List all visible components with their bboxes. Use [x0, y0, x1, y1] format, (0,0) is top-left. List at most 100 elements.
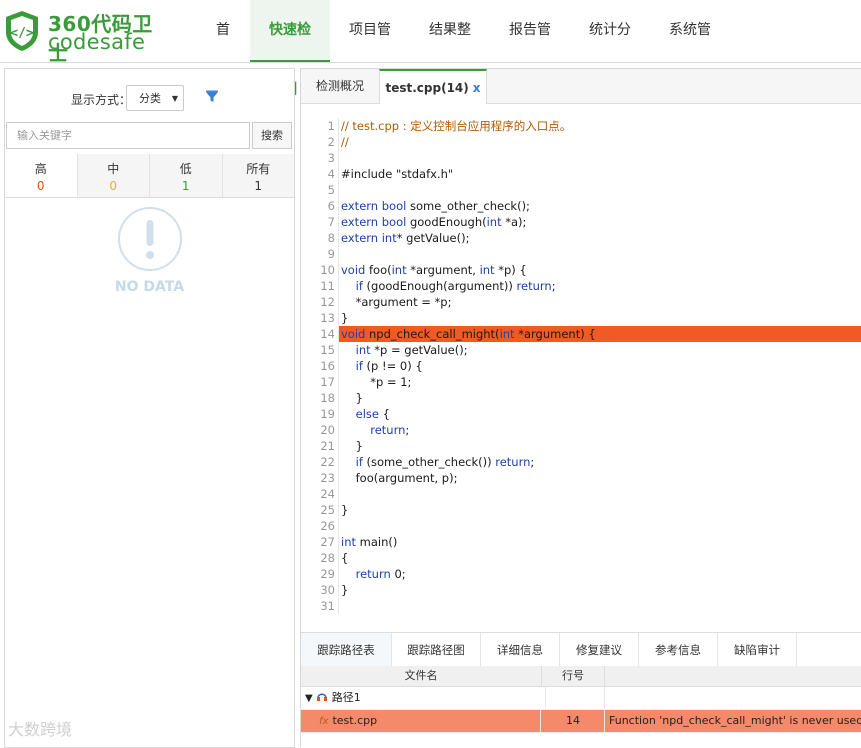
display-mode-value: 分类 — [139, 92, 161, 105]
message-cell: Function 'npd_check_call_might' is never… — [609, 714, 861, 727]
code-line[interactable]: 8 extern int* getValue(); — [313, 230, 861, 246]
nav-system[interactable]: 系统管理 — [650, 0, 730, 98]
code-line[interactable]: 20 return; — [313, 422, 861, 438]
close-icon[interactable]: x — [473, 81, 481, 95]
line-number: 5 — [327, 183, 335, 197]
code-line[interactable]: 11 if (goodEnough(argument)) return; — [313, 278, 861, 294]
code-line[interactable]: 27 int main() — [313, 534, 861, 550]
table-group-row[interactable]: ▼ 路径1 — [301, 687, 861, 710]
keyword-search-input[interactable]: 输入关键字 — [6, 122, 250, 149]
code-line[interactable]: 18 } — [313, 390, 861, 406]
code-line[interactable]: 13} — [313, 310, 861, 326]
code-line[interactable]: 16 if (p != 0) { — [313, 358, 861, 374]
line-number: 22 — [320, 455, 335, 469]
code-line[interactable]: 26 — [313, 518, 861, 534]
brand-sub: codesafe — [48, 30, 146, 54]
line-number: 9 — [327, 247, 335, 261]
code-line[interactable]: 9 — [313, 246, 861, 262]
caret-down-icon[interactable]: ▼ — [305, 693, 313, 704]
line-number: 24 — [320, 487, 335, 501]
code-line[interactable]: 6 extern bool some_other_check(); — [313, 198, 861, 214]
trace-tabs: 跟踪路径表 跟踪路径图 详细信息 修复建议 参考信息 缺陷审计 — [301, 632, 861, 668]
tab-audit[interactable]: 缺陷审计 — [718, 633, 797, 667]
code-line[interactable]: 2 // — [313, 134, 861, 150]
tab-severity-medium[interactable]: 中 0 — [78, 154, 150, 197]
tab-overview[interactable]: 检测概况 — [301, 69, 379, 103]
logo[interactable]: </> 360代码卫士 codesafe — [4, 8, 164, 65]
tab-severity-high[interactable]: 高 0 — [5, 154, 78, 197]
code-line[interactable]: 30} — [313, 582, 861, 598]
nav-home[interactable]: 首页 — [196, 0, 250, 98]
line-number: 20 — [320, 423, 335, 437]
shield-logo-icon: </> — [6, 11, 38, 51]
line-number: 11 — [320, 279, 335, 293]
code-text: } — [341, 503, 349, 517]
code-text: if (p != 0) { — [355, 359, 423, 373]
code-line[interactable]: 5 — [313, 182, 861, 198]
col-filename[interactable]: 文件名 — [301, 666, 542, 686]
line-number: 31 — [320, 599, 335, 613]
code-text: *argument = *p; — [341, 295, 452, 309]
code-line[interactable]: 28 { — [313, 550, 861, 566]
code-text: // — [341, 135, 349, 149]
code-line[interactable]: 23 foo(argument, p); — [313, 470, 861, 486]
code-line[interactable]: 14 void npd_check_call_might(int *argumen… — [313, 326, 861, 342]
code-line[interactable]: 1 // test.cpp : 定义控制台应用程序的入口点。 — [313, 118, 861, 134]
code-line[interactable]: 17 *p = 1; — [313, 374, 861, 390]
code-viewer: 1 // test.cpp : 定义控制台应用程序的入口点。 2 // 3 4 #inclu… — [313, 118, 861, 614]
code-line[interactable]: 12 *argument = *p; — [313, 294, 861, 310]
code-text: *p = 1; — [341, 375, 412, 389]
tab-trace-graph[interactable]: 跟踪路径图 — [392, 633, 481, 667]
display-mode-row: 显示方式： 分类 ▼ — [5, 85, 294, 113]
code-text: int main() — [341, 535, 398, 549]
code-line[interactable]: 19 else { — [313, 406, 861, 422]
group-cell: ▼ 路径1 — [301, 687, 546, 709]
code-text: else { — [355, 407, 390, 421]
tab-details[interactable]: 详细信息 — [481, 633, 560, 667]
code-line[interactable]: 21 } — [313, 438, 861, 454]
code-line[interactable]: 22 if (some_other_check()) return; — [313, 454, 861, 470]
nav-quick-scan[interactable]: 快速检测 — [250, 0, 330, 98]
code-text: } — [341, 391, 363, 405]
line-number: 2 — [327, 135, 335, 149]
code-line[interactable]: 25} — [313, 502, 861, 518]
line-number: 25 — [320, 503, 335, 517]
code-line[interactable]: 24 — [313, 486, 861, 502]
app-header: </> 360代码卫士 codesafe 首页 快速检测 项目管理 结果整合 报… — [0, 0, 861, 98]
display-mode-select[interactable]: 分类 ▼ — [126, 85, 184, 111]
nav-projects[interactable]: 项目管理 — [330, 0, 410, 98]
code-line[interactable]: 3 — [313, 150, 861, 166]
line-number: 15 — [320, 343, 335, 357]
tab-severity-all[interactable]: 所有 1 — [223, 154, 295, 197]
nav-stats[interactable]: 统计分析 — [570, 0, 650, 98]
line-number: 26 — [320, 519, 335, 533]
nav-results[interactable]: 结果整合 — [410, 0, 490, 98]
code-line[interactable]: 7 extern bool goodEnough(int *a); — [313, 214, 861, 230]
tab-trace-table[interactable]: 跟踪路径表 — [301, 633, 392, 667]
code-line[interactable]: 29 return 0; — [313, 566, 861, 582]
display-mode-label: 显示方式： — [71, 93, 132, 107]
line-number: 12 — [320, 295, 335, 309]
table-row[interactable]: fx test.cpp 14 Function 'npd_check_call_m… — [301, 710, 861, 733]
col-line[interactable]: 行号 — [542, 666, 605, 686]
group-line-cell — [542, 687, 605, 709]
code-line[interactable]: 15 int *p = getValue(); — [313, 342, 861, 358]
tab-fix-advice[interactable]: 修复建议 — [560, 633, 639, 667]
code-text: if (goodEnough(argument)) return; — [355, 279, 556, 293]
tab-references[interactable]: 参考信息 — [639, 633, 718, 667]
code-text: extern bool some_other_check(); — [341, 199, 530, 213]
code-line[interactable]: 10 void foo(int *argument, int *p) { — [313, 262, 861, 278]
nav-reports[interactable]: 报告管理 — [490, 0, 570, 98]
code-text: } — [341, 311, 349, 325]
code-line[interactable]: 4 #include "stdafx.h" — [313, 166, 861, 182]
filter-icon[interactable] — [205, 90, 219, 104]
code-text: #include "stdafx.h" — [341, 167, 454, 181]
severity-tabs: 高 0 中 0 低 1 所有 1 — [5, 154, 294, 198]
line-number: 3 — [327, 151, 335, 165]
code-line[interactable]: 31 — [313, 598, 861, 614]
line-number: 6 — [327, 199, 335, 213]
group-label: 路径1 — [331, 691, 361, 704]
search-button[interactable]: 搜索 — [252, 122, 292, 149]
tab-file[interactable]: test.cpp(14) x — [379, 69, 487, 104]
tab-severity-low[interactable]: 低 1 — [150, 154, 223, 197]
